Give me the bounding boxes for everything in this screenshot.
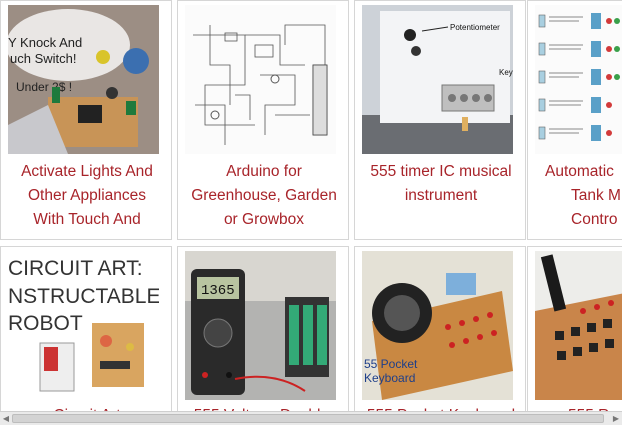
- project-title[interactable]: 555 timer IC musical instrument: [355, 160, 525, 208]
- meter-readout: 1365: [201, 283, 235, 299]
- photo-label: Key: [499, 68, 513, 77]
- project-thumbnail[interactable]: Potentiometer Key: [362, 5, 513, 154]
- scroll-right-arrow-icon[interactable]: ▶: [611, 413, 621, 424]
- project-card-555-musical[interactable]: Potentiometer Key 555 timer IC musical in…: [354, 0, 526, 240]
- photo-caption: Under 2$ !: [16, 80, 72, 94]
- project-card-555-voltage[interactable]: 1365 555 Voltage Doubler: [177, 246, 349, 416]
- project-thumbnail[interactable]: [535, 5, 622, 154]
- project-card-touch-lights[interactable]: Y Knock And uch Switch! Under 2$ ! Activ…: [0, 0, 172, 240]
- project-card-automatic-tank[interactable]: Automatic Tank M Contro: [527, 0, 622, 240]
- horizontal-scrollbar[interactable]: ◀ ▶: [0, 411, 622, 425]
- project-thumbnail[interactable]: [185, 5, 336, 154]
- project-title[interactable]: Automatic Tank M Contro: [545, 160, 622, 232]
- photo-caption: NSTRUCTABLE: [8, 285, 159, 308]
- photo-caption: CIRCUIT ART:: [8, 257, 143, 280]
- project-title[interactable]: Arduino for Greenhouse, Garden or Growbox: [178, 160, 348, 232]
- project-title[interactable]: Activate Lights And Other Appliances With …: [1, 160, 171, 232]
- project-thumbnail[interactable]: 1365: [185, 251, 336, 400]
- project-thumbnail[interactable]: 55 Pocket Keyboard: [362, 251, 513, 400]
- project-card-arduino-greenhouse[interactable]: Arduino for Greenhouse, Garden or Growbox: [177, 0, 349, 240]
- project-card-555-pocket-keyboard[interactable]: 55 Pocket Keyboard 555 Pocket Keyboard: [354, 246, 526, 416]
- scroll-left-arrow-icon[interactable]: ◀: [1, 413, 11, 424]
- photo-label: Potentiometer: [450, 23, 500, 32]
- project-card-555-r[interactable]: 555 R: [527, 246, 622, 416]
- photo-caption: Keyboard: [364, 371, 415, 385]
- photo-caption: uch Switch!: [10, 51, 76, 66]
- photo-caption: Y Knock And: [8, 35, 82, 50]
- project-thumbnail[interactable]: CIRCUIT ART: NSTRUCTABLE ROBOT: [8, 251, 159, 400]
- scrollbar-thumb[interactable]: [12, 414, 604, 423]
- photo-caption: 55 Pocket: [364, 357, 418, 371]
- photo-caption: ROBOT: [8, 312, 83, 335]
- project-card-circuit-art[interactable]: CIRCUIT ART: NSTRUCTABLE ROBOT Circuit A…: [0, 246, 172, 416]
- project-thumbnail[interactable]: Y Knock And uch Switch! Under 2$ !: [8, 5, 159, 154]
- project-thumbnail[interactable]: [535, 251, 622, 400]
